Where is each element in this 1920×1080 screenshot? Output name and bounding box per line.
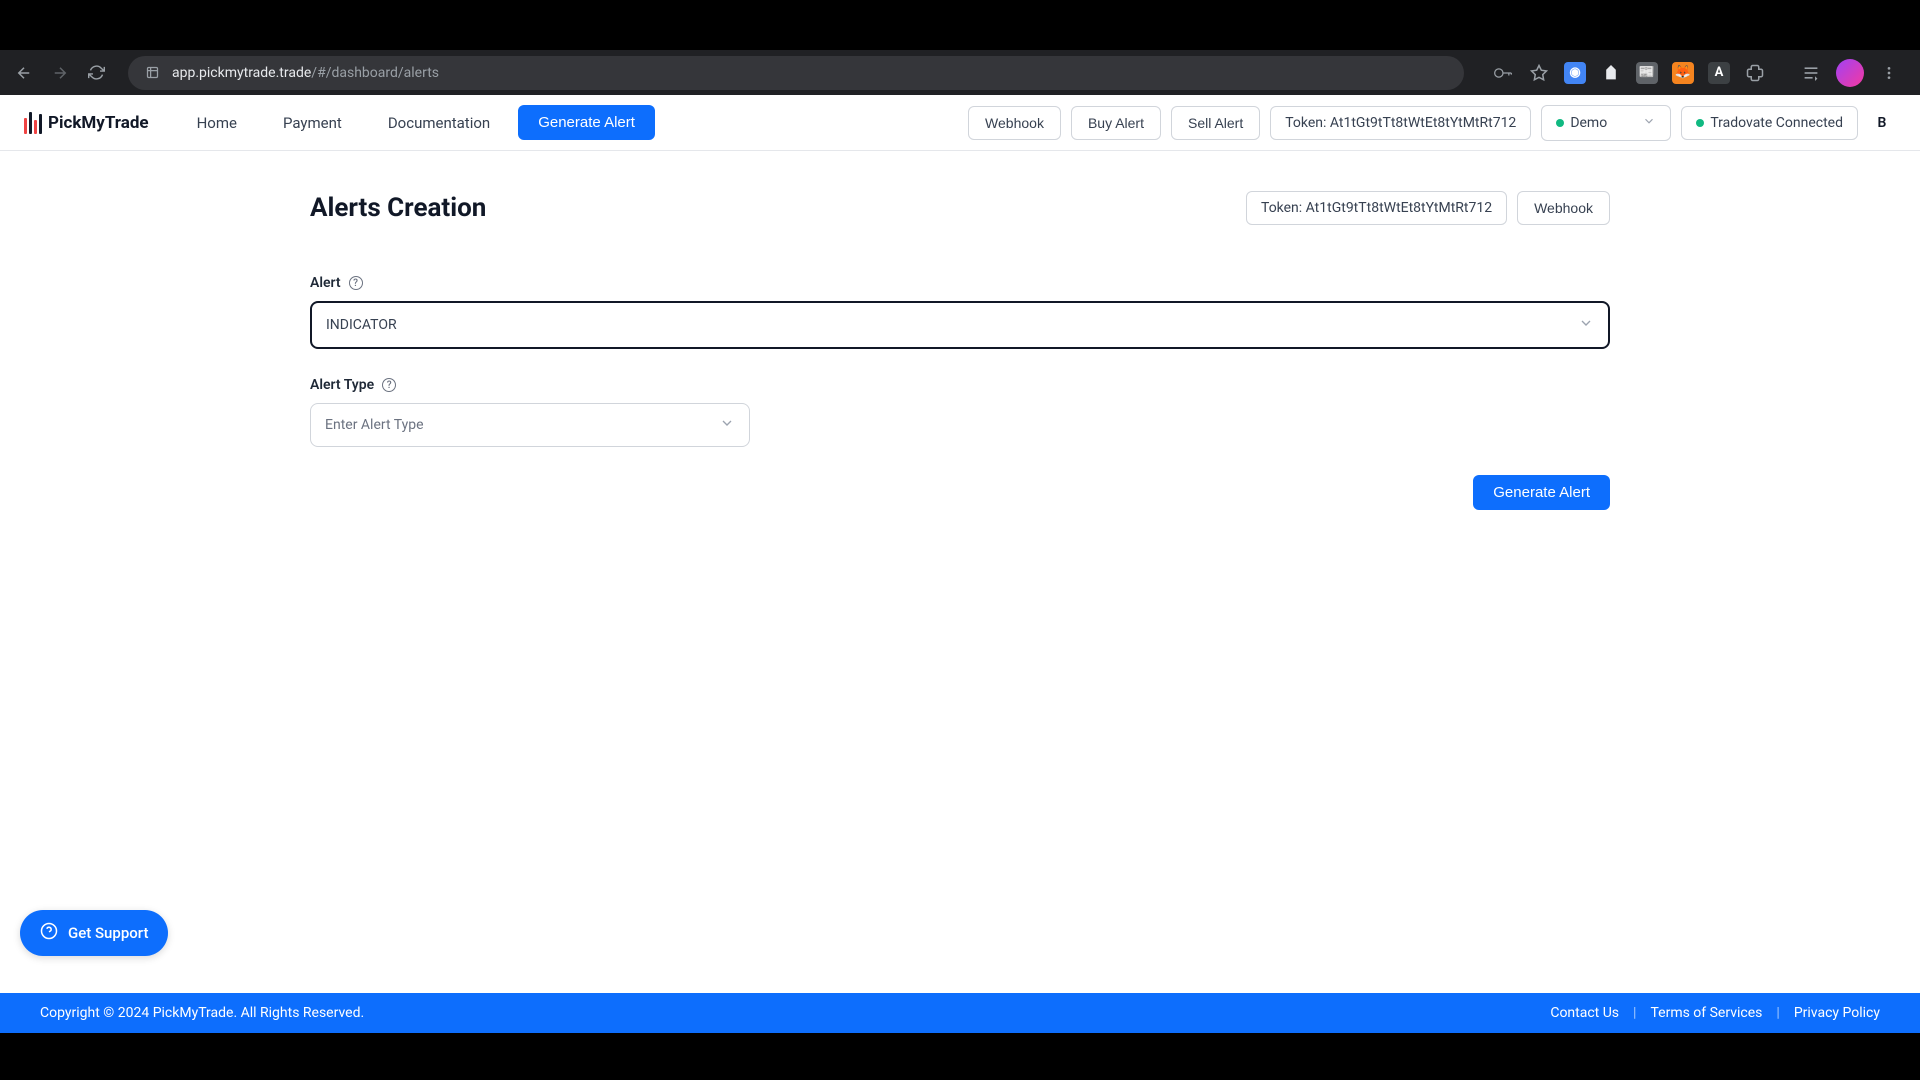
- extension-icon[interactable]: 📰: [1636, 62, 1658, 84]
- back-button[interactable]: [10, 59, 38, 87]
- alert-type-placeholder: Enter Alert Type: [325, 417, 424, 433]
- alert-label: Alert ?: [310, 275, 1610, 291]
- browser-toolbar: app.pickmytrade.trade/#/dashboard/alerts…: [0, 50, 1920, 95]
- get-support-button[interactable]: Get Support: [20, 910, 168, 956]
- page-title: Alerts Creation: [310, 193, 486, 223]
- account-select[interactable]: Demo: [1541, 105, 1671, 141]
- help-icon[interactable]: ?: [382, 378, 396, 392]
- nav-generate-alert-button[interactable]: Generate Alert: [518, 105, 655, 140]
- extension-icon[interactable]: ◉: [1564, 62, 1586, 84]
- nav-home[interactable]: Home: [179, 106, 255, 140]
- status-dot-icon: [1696, 119, 1704, 127]
- status-dot-icon: [1556, 119, 1564, 127]
- menu-icon[interactable]: [1878, 62, 1900, 84]
- logo-icon: [24, 112, 42, 134]
- footer-contact-link[interactable]: Contact Us: [1550, 1005, 1619, 1021]
- support-icon: [40, 922, 58, 944]
- alert-select[interactable]: INDICATOR: [310, 301, 1610, 349]
- logo-text: PickMyTrade: [48, 113, 149, 133]
- chevron-down-icon: [1578, 315, 1594, 335]
- alert-type-select[interactable]: Enter Alert Type: [310, 403, 750, 447]
- account-value: Demo: [1570, 115, 1607, 131]
- url-domain: app.pickmytrade.trade: [172, 65, 311, 81]
- reload-button[interactable]: [82, 59, 110, 87]
- address-bar[interactable]: app.pickmytrade.trade/#/dashboard/alerts: [128, 56, 1464, 90]
- password-icon[interactable]: [1492, 62, 1514, 84]
- footer-terms-link[interactable]: Terms of Services: [1650, 1005, 1762, 1021]
- webhook-button[interactable]: Webhook: [968, 106, 1061, 140]
- alert-type-label: Alert Type ?: [310, 377, 1610, 393]
- nav-documentation[interactable]: Documentation: [370, 106, 508, 140]
- help-icon[interactable]: ?: [349, 276, 363, 290]
- chevron-down-icon: [719, 415, 735, 435]
- footer-privacy-link[interactable]: Privacy Policy: [1794, 1005, 1880, 1021]
- extension-icon[interactable]: 🦊: [1672, 62, 1694, 84]
- logo[interactable]: PickMyTrade: [24, 112, 149, 134]
- forward-button[interactable]: [46, 59, 74, 87]
- user-avatar[interactable]: B: [1868, 109, 1896, 137]
- generate-alert-button[interactable]: Generate Alert: [1473, 475, 1610, 510]
- profile-avatar[interactable]: [1836, 59, 1864, 87]
- app-header: PickMyTrade Home Payment Documentation G…: [0, 95, 1920, 151]
- token-badge: Token: At1tGt9tTt8tWtEt8tYtMtRt712: [1270, 106, 1531, 140]
- chevron-down-icon: [1642, 114, 1656, 132]
- bookmark-icon[interactable]: [1528, 62, 1550, 84]
- buy-alert-button[interactable]: Buy Alert: [1071, 106, 1161, 140]
- extension-icon[interactable]: [1600, 62, 1622, 84]
- page-webhook-button[interactable]: Webhook: [1517, 191, 1610, 225]
- sell-alert-button[interactable]: Sell Alert: [1171, 106, 1260, 140]
- support-label: Get Support: [68, 924, 148, 942]
- connection-text: Tradovate Connected: [1710, 115, 1843, 131]
- page-token-badge: Token: At1tGt9tTt8tWtEt8tYtMtRt712: [1246, 191, 1507, 225]
- url-path: /#/dashboard/alerts: [311, 65, 439, 81]
- footer: Copyright © 2024 PickMyTrade. All Rights…: [0, 993, 1920, 1033]
- connection-badge: Tradovate Connected: [1681, 106, 1858, 140]
- alert-value: INDICATOR: [326, 317, 397, 333]
- nav-payment[interactable]: Payment: [265, 106, 360, 140]
- copyright: Copyright © 2024 PickMyTrade. All Rights…: [40, 1005, 364, 1021]
- extension-icon[interactable]: A: [1708, 62, 1730, 84]
- reading-list-icon[interactable]: [1800, 62, 1822, 84]
- extensions-icon[interactable]: [1744, 62, 1766, 84]
- site-info-icon[interactable]: [142, 63, 162, 83]
